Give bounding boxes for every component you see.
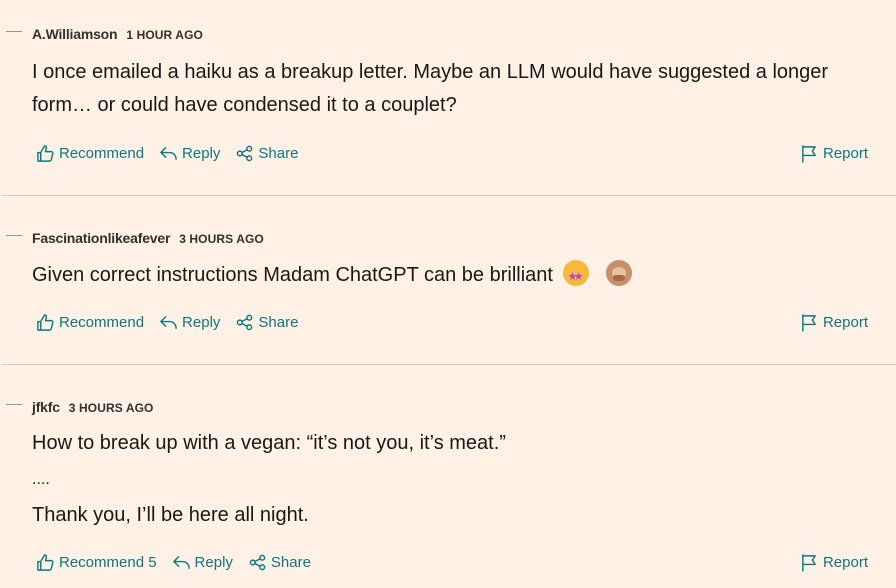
comment-text: How to break up with a vegan: “it’s not …	[32, 432, 506, 454]
report-button[interactable]: Report	[800, 144, 868, 163]
reply-button[interactable]: Reply	[159, 313, 220, 332]
share-label: Share	[270, 554, 311, 571]
reply-label: Reply	[182, 314, 221, 331]
reply-icon	[160, 316, 177, 329]
share-label: Share	[258, 314, 299, 331]
report-button[interactable]: Report	[800, 553, 868, 572]
report-label: Report	[822, 145, 868, 162]
share-button[interactable]: Share	[235, 144, 298, 163]
flag-icon	[802, 145, 816, 163]
comment-actions: Recommend 5 Reply Share Report	[36, 553, 868, 572]
reply-label: Reply	[182, 145, 221, 162]
recommend-label: Recommend	[59, 145, 145, 162]
comment-text: Given correct instructions Madam ChatGPT…	[32, 264, 553, 286]
comment-text: form… or could have condensed it to a co…	[32, 94, 457, 116]
comment-meta: A.Williamson 1 HOUR AGO	[32, 26, 203, 42]
comment-divider	[2, 195, 896, 196]
author-name[interactable]: A.Williamson	[32, 26, 118, 42]
speak-no-evil-monkey-emoji	[606, 260, 633, 286]
share-button[interactable]: Share	[248, 553, 311, 572]
reply-icon	[160, 147, 177, 160]
share-label: Share	[258, 145, 299, 162]
author-name[interactable]: Fascinationlikeafever	[32, 230, 170, 246]
thread-dash	[6, 235, 22, 236]
comment-actions: Recommend Reply Share Report	[36, 313, 868, 332]
comment-actions: Recommend Reply Share Report	[36, 144, 868, 163]
share-icon	[237, 145, 253, 162]
share-icon	[249, 554, 266, 571]
recommend-label: Recommend 5	[59, 554, 157, 571]
comment-meta: Fascinationlikeafever 3 HOURS AGO	[32, 230, 264, 246]
share-icon	[237, 314, 253, 331]
report-button[interactable]: Report	[800, 313, 868, 332]
report-label: Report	[822, 554, 868, 571]
reply-button[interactable]: Reply	[159, 144, 220, 163]
timestamp: 3 HOURS AGO	[68, 401, 154, 415]
reply-label: Reply	[194, 554, 233, 571]
timestamp: 3 HOURS AGO	[179, 232, 264, 246]
thumbs-up-icon	[37, 314, 54, 331]
author-name[interactable]: jfkfc	[32, 399, 60, 415]
recommend-button[interactable]: Recommend	[36, 144, 144, 163]
thread-dash	[6, 31, 22, 32]
recommend-button[interactable]: Recommend	[36, 313, 144, 332]
comment-divider	[2, 364, 896, 365]
share-button[interactable]: Share	[235, 313, 298, 332]
flag-icon	[802, 314, 816, 332]
comment-text-row: Given correct instructions Madam ChatGPT…	[32, 260, 633, 291]
comment-text: Thank you, I’ll be here all night.	[32, 504, 309, 526]
comment-meta: jfkfc 3 HOURS AGO	[32, 399, 153, 415]
comment-text: I once emailed a haiku as a breakup lett…	[32, 61, 829, 83]
thread-dash	[6, 404, 22, 405]
report-label: Report	[822, 314, 868, 331]
recommend-button[interactable]: Recommend 5	[36, 553, 157, 572]
star-struck-emoji	[562, 260, 589, 291]
thumbs-up-icon	[37, 554, 54, 571]
recommend-label: Recommend	[59, 314, 145, 331]
thumbs-up-icon	[37, 145, 54, 162]
reply-icon	[172, 556, 190, 569]
reply-button[interactable]: Reply	[172, 553, 233, 572]
timestamp: 1 HOUR AGO	[126, 28, 203, 42]
flag-icon	[802, 554, 816, 572]
comment-text: ....	[32, 471, 50, 488]
